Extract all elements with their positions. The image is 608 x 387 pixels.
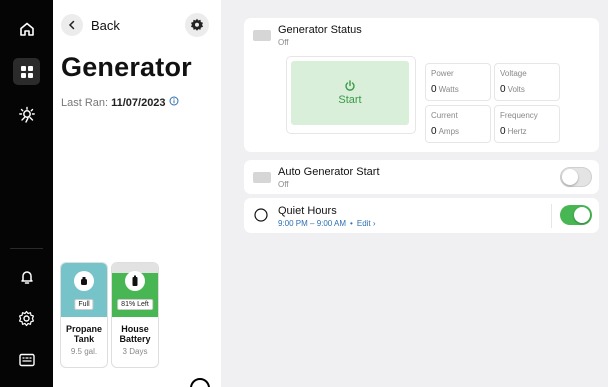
generator-icon xyxy=(253,30,271,41)
content-area: Generator Status Off Start Power 0 Watts … xyxy=(221,0,608,387)
generator-panel: Back Generator Last Ran: 11/07/2023 Full… xyxy=(53,0,221,387)
weather-icon[interactable] xyxy=(13,101,40,128)
info-icon[interactable] xyxy=(169,96,179,109)
bell-icon[interactable] xyxy=(13,263,40,290)
rail-divider xyxy=(10,248,43,249)
settings-icon[interactable] xyxy=(13,305,40,332)
auto-start-toggle[interactable] xyxy=(560,167,592,187)
generator-status-title: Generator Status xyxy=(278,24,362,36)
auto-start-status: Off xyxy=(278,180,289,189)
propane-level-fill: Full xyxy=(61,263,107,317)
quiet-hours-toggle[interactable] xyxy=(560,205,592,225)
quiet-hours-time: 9:00 PM – 9:00 AM xyxy=(278,219,347,228)
keyboard-icon[interactable] xyxy=(13,346,40,373)
power-value: 0 Watts xyxy=(431,84,459,95)
start-label: Start xyxy=(338,94,362,106)
generator-status-value: Off xyxy=(278,38,289,47)
back-button[interactable]: Back xyxy=(61,13,120,37)
battery-name: House Battery xyxy=(119,324,151,344)
last-ran-label: Last Ran: xyxy=(61,96,109,109)
side-rail xyxy=(0,0,53,387)
frequency-value: 0 Hertz xyxy=(500,126,527,137)
moon-icon xyxy=(254,208,268,227)
power-icon xyxy=(345,80,355,91)
dashboard-icon[interactable] xyxy=(13,58,40,85)
separator-dot: • xyxy=(350,219,353,228)
frequency-label: Frequency xyxy=(500,111,538,120)
toggle-knob xyxy=(574,207,590,223)
generator-status-card: Generator Status Off Start Power 0 Watts … xyxy=(244,18,599,152)
auto-start-title: Auto Generator Start xyxy=(278,166,380,178)
current-metric: Current 0 Amps xyxy=(425,105,491,143)
house-battery-tile[interactable]: 81% Left House Battery 3 Days xyxy=(111,262,159,368)
auto-start-card: Auto Generator Start Off xyxy=(244,160,599,194)
start-button[interactable]: Start xyxy=(291,61,409,125)
quiet-hours-card: Quiet Hours 9:00 PM – 9:00 AM • Edit › xyxy=(244,198,599,233)
propane-badge: Full xyxy=(74,299,94,310)
current-label: Current xyxy=(431,111,458,120)
last-ran-value: 11/07/2023 xyxy=(111,96,166,109)
voltage-label: Voltage xyxy=(500,69,527,78)
battery-icon xyxy=(125,271,145,291)
current-value: 0 Amps xyxy=(431,126,460,137)
voltage-value: 0 Volts xyxy=(500,84,525,95)
home-icon[interactable] xyxy=(13,15,40,42)
quiet-hours-schedule: 9:00 PM – 9:00 AM • Edit › xyxy=(278,219,376,228)
page-title: Generator xyxy=(61,52,192,82)
propane-amount: 9.5 gal. xyxy=(70,347,98,356)
quiet-hours-title: Quiet Hours xyxy=(278,205,337,217)
gear-icon[interactable] xyxy=(185,13,209,37)
frequency-metric: Frequency 0 Hertz xyxy=(494,105,560,143)
toggle-knob xyxy=(562,169,578,185)
auto-start-icon xyxy=(253,172,271,183)
propane-icon xyxy=(74,271,94,291)
propane-tank-tile[interactable]: Full Propane Tank 9.5 gal. xyxy=(60,262,108,368)
battery-badge: 81% Left xyxy=(117,299,153,310)
last-ran: Last Ran: 11/07/2023 xyxy=(61,96,179,109)
chevron-left-icon xyxy=(61,14,83,36)
battery-runtime: 3 Days xyxy=(122,347,148,356)
back-label: Back xyxy=(91,17,120,33)
propane-name: Propane Tank xyxy=(65,324,102,344)
card-divider xyxy=(551,204,552,228)
battery-tile-top: 81% Left xyxy=(112,263,158,317)
power-metric: Power 0 Watts xyxy=(425,63,491,101)
power-label: Power xyxy=(431,69,454,78)
quiet-hours-edit-link[interactable]: Edit › xyxy=(357,219,376,228)
voltage-metric: Voltage 0 Volts xyxy=(494,63,560,101)
